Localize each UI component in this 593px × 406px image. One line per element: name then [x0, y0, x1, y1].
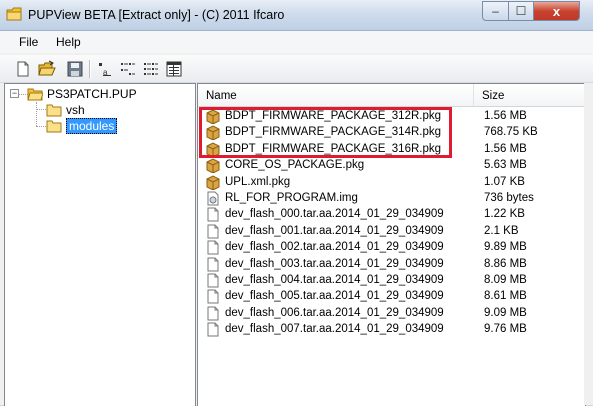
table-row[interactable]: RL_FOR_PROGRAM.img 736 bytes	[198, 190, 585, 207]
minimize-button[interactable]: –	[482, 1, 509, 21]
file-name: CORE_OS_PACKAGE.pkg	[225, 159, 365, 172]
package-icon	[206, 158, 220, 174]
folder-icon	[46, 120, 62, 133]
window-edge	[584, 83, 593, 405]
details-view-icon[interactable]	[165, 60, 183, 78]
folder-icon	[46, 104, 62, 117]
open-icon[interactable]	[38, 60, 56, 78]
file-icon	[207, 289, 219, 304]
maximize-button[interactable]: ☐	[508, 1, 534, 21]
menu-help[interactable]: Help	[56, 35, 81, 49]
column-header-size[interactable]: Size	[475, 84, 585, 106]
file-size: 9.89 MB	[484, 241, 527, 254]
tree-line	[36, 102, 37, 126]
file-name: RL_FOR_PROGRAM.img	[225, 192, 358, 204]
window-title: PUPView BETA [Extract only] - (C) 2011 I…	[28, 8, 285, 22]
file-icon	[207, 273, 219, 288]
close-button[interactable]: x	[533, 1, 580, 21]
file-icon	[207, 224, 219, 239]
small-icons-view-icon[interactable]	[119, 60, 137, 78]
menu-file[interactable]: File	[19, 35, 38, 49]
title-bar[interactable]: PUPView BETA [Extract only] - (C) 2011 I…	[0, 0, 593, 31]
file-size: 1.22 KB	[484, 208, 525, 221]
toolbar: a	[0, 55, 593, 83]
column-header-name[interactable]: Name	[198, 84, 474, 106]
package-icon	[206, 175, 220, 190]
table-row[interactable]: dev_flash_001.tar.aa.2014_01_29_034909 2.…	[198, 223, 585, 240]
file-icon	[207, 306, 219, 321]
close-icon: x	[552, 3, 561, 19]
file-name: dev_flash_004.tar.aa.2014_01_29_034909	[225, 274, 444, 286]
tree-line	[36, 109, 46, 110]
file-name: dev_flash_007.tar.aa.2014_01_29_034909	[225, 323, 444, 336]
app-window: PUPView BETA [Extract only] - (C) 2011 I…	[0, 0, 593, 406]
file-size: 1.07 KB	[484, 175, 525, 188]
tree-line	[36, 126, 46, 127]
open-folder-icon	[27, 88, 43, 101]
file-size: 8.09 MB	[484, 274, 527, 286]
table-row[interactable]: dev_flash_003.tar.aa.2014_01_29_034909 8.…	[198, 256, 585, 273]
list-header: Name Size	[198, 84, 585, 107]
table-row[interactable]: dev_flash_006.tar.aa.2014_01_29_034909 9.…	[198, 305, 585, 322]
table-row[interactable]: dev_flash_007.tar.aa.2014_01_29_034909 9.…	[198, 321, 585, 338]
table-row[interactable]: dev_flash_002.tar.aa.2014_01_29_034909 9.…	[198, 239, 585, 256]
tree-item-label: PS3PATCH.PUP	[47, 87, 137, 101]
file-size: 9.76 MB	[484, 323, 527, 336]
table-row[interactable]: UPL.xml.pkg 1.07 KB	[198, 174, 585, 191]
file-name: dev_flash_000.tar.aa.2014_01_29_034909	[225, 208, 444, 221]
image-file-icon	[207, 191, 219, 206]
file-name: UPL.xml.pkg	[225, 175, 291, 188]
highlight-annotation	[199, 107, 452, 158]
minus-icon: −	[11, 88, 18, 98]
file-name: dev_flash_003.tar.aa.2014_01_29_034909	[225, 257, 444, 270]
file-name: dev_flash_005.tar.aa.2014_01_29_034909	[225, 290, 444, 303]
file-size: 768.75 KB	[484, 126, 538, 139]
tree-item-modules[interactable]: modules	[46, 117, 118, 135]
file-name: dev_flash_006.tar.aa.2014_01_29_034909	[225, 306, 444, 319]
large-icons-view-icon[interactable]: a	[96, 60, 114, 78]
file-name: dev_flash_002.tar.aa.2014_01_29_034909	[225, 241, 444, 254]
table-row[interactable]: dev_flash_000.tar.aa.2014_01_29_034909 1.…	[198, 206, 585, 223]
file-size: 5.63 MB	[484, 159, 527, 172]
file-size: 9.09 MB	[484, 306, 527, 319]
file-icon	[207, 322, 219, 337]
file-size: 8.61 MB	[484, 290, 527, 303]
file-name: dev_flash_001.tar.aa.2014_01_29_034909	[225, 224, 444, 237]
tree-item-label: modules	[66, 118, 118, 134]
file-size: 8.86 MB	[484, 257, 527, 270]
file-icon	[207, 257, 219, 272]
file-icon	[207, 240, 219, 255]
table-row[interactable]: dev_flash_005.tar.aa.2014_01_29_034909 8.…	[198, 288, 585, 305]
file-size: 736 bytes	[484, 192, 534, 204]
table-row[interactable]: dev_flash_004.tar.aa.2014_01_29_034909 8.…	[198, 272, 585, 289]
maximize-icon: ☐	[515, 4, 527, 18]
tree-collapse-button[interactable]: −	[10, 89, 19, 98]
menu-bar: File Help	[0, 31, 593, 53]
file-icon	[207, 207, 219, 222]
save-icon[interactable]	[66, 60, 84, 78]
table-row[interactable]: CORE_OS_PACKAGE.pkg 5.63 MB	[198, 157, 585, 174]
file-size: 2.1 KB	[484, 224, 519, 237]
file-size: 1.56 MB	[484, 110, 527, 122]
file-size: 1.56 MB	[484, 142, 527, 155]
tree-item-label: vsh	[66, 103, 85, 117]
app-folder-icon	[6, 7, 22, 21]
toolbar-separator	[89, 60, 91, 78]
folder-tree[interactable]: − PS3PATCH.PUP vsh modules	[4, 83, 196, 406]
list-view-icon[interactable]	[142, 60, 160, 78]
new-icon[interactable]	[14, 60, 32, 78]
minimize-icon: –	[492, 4, 499, 18]
